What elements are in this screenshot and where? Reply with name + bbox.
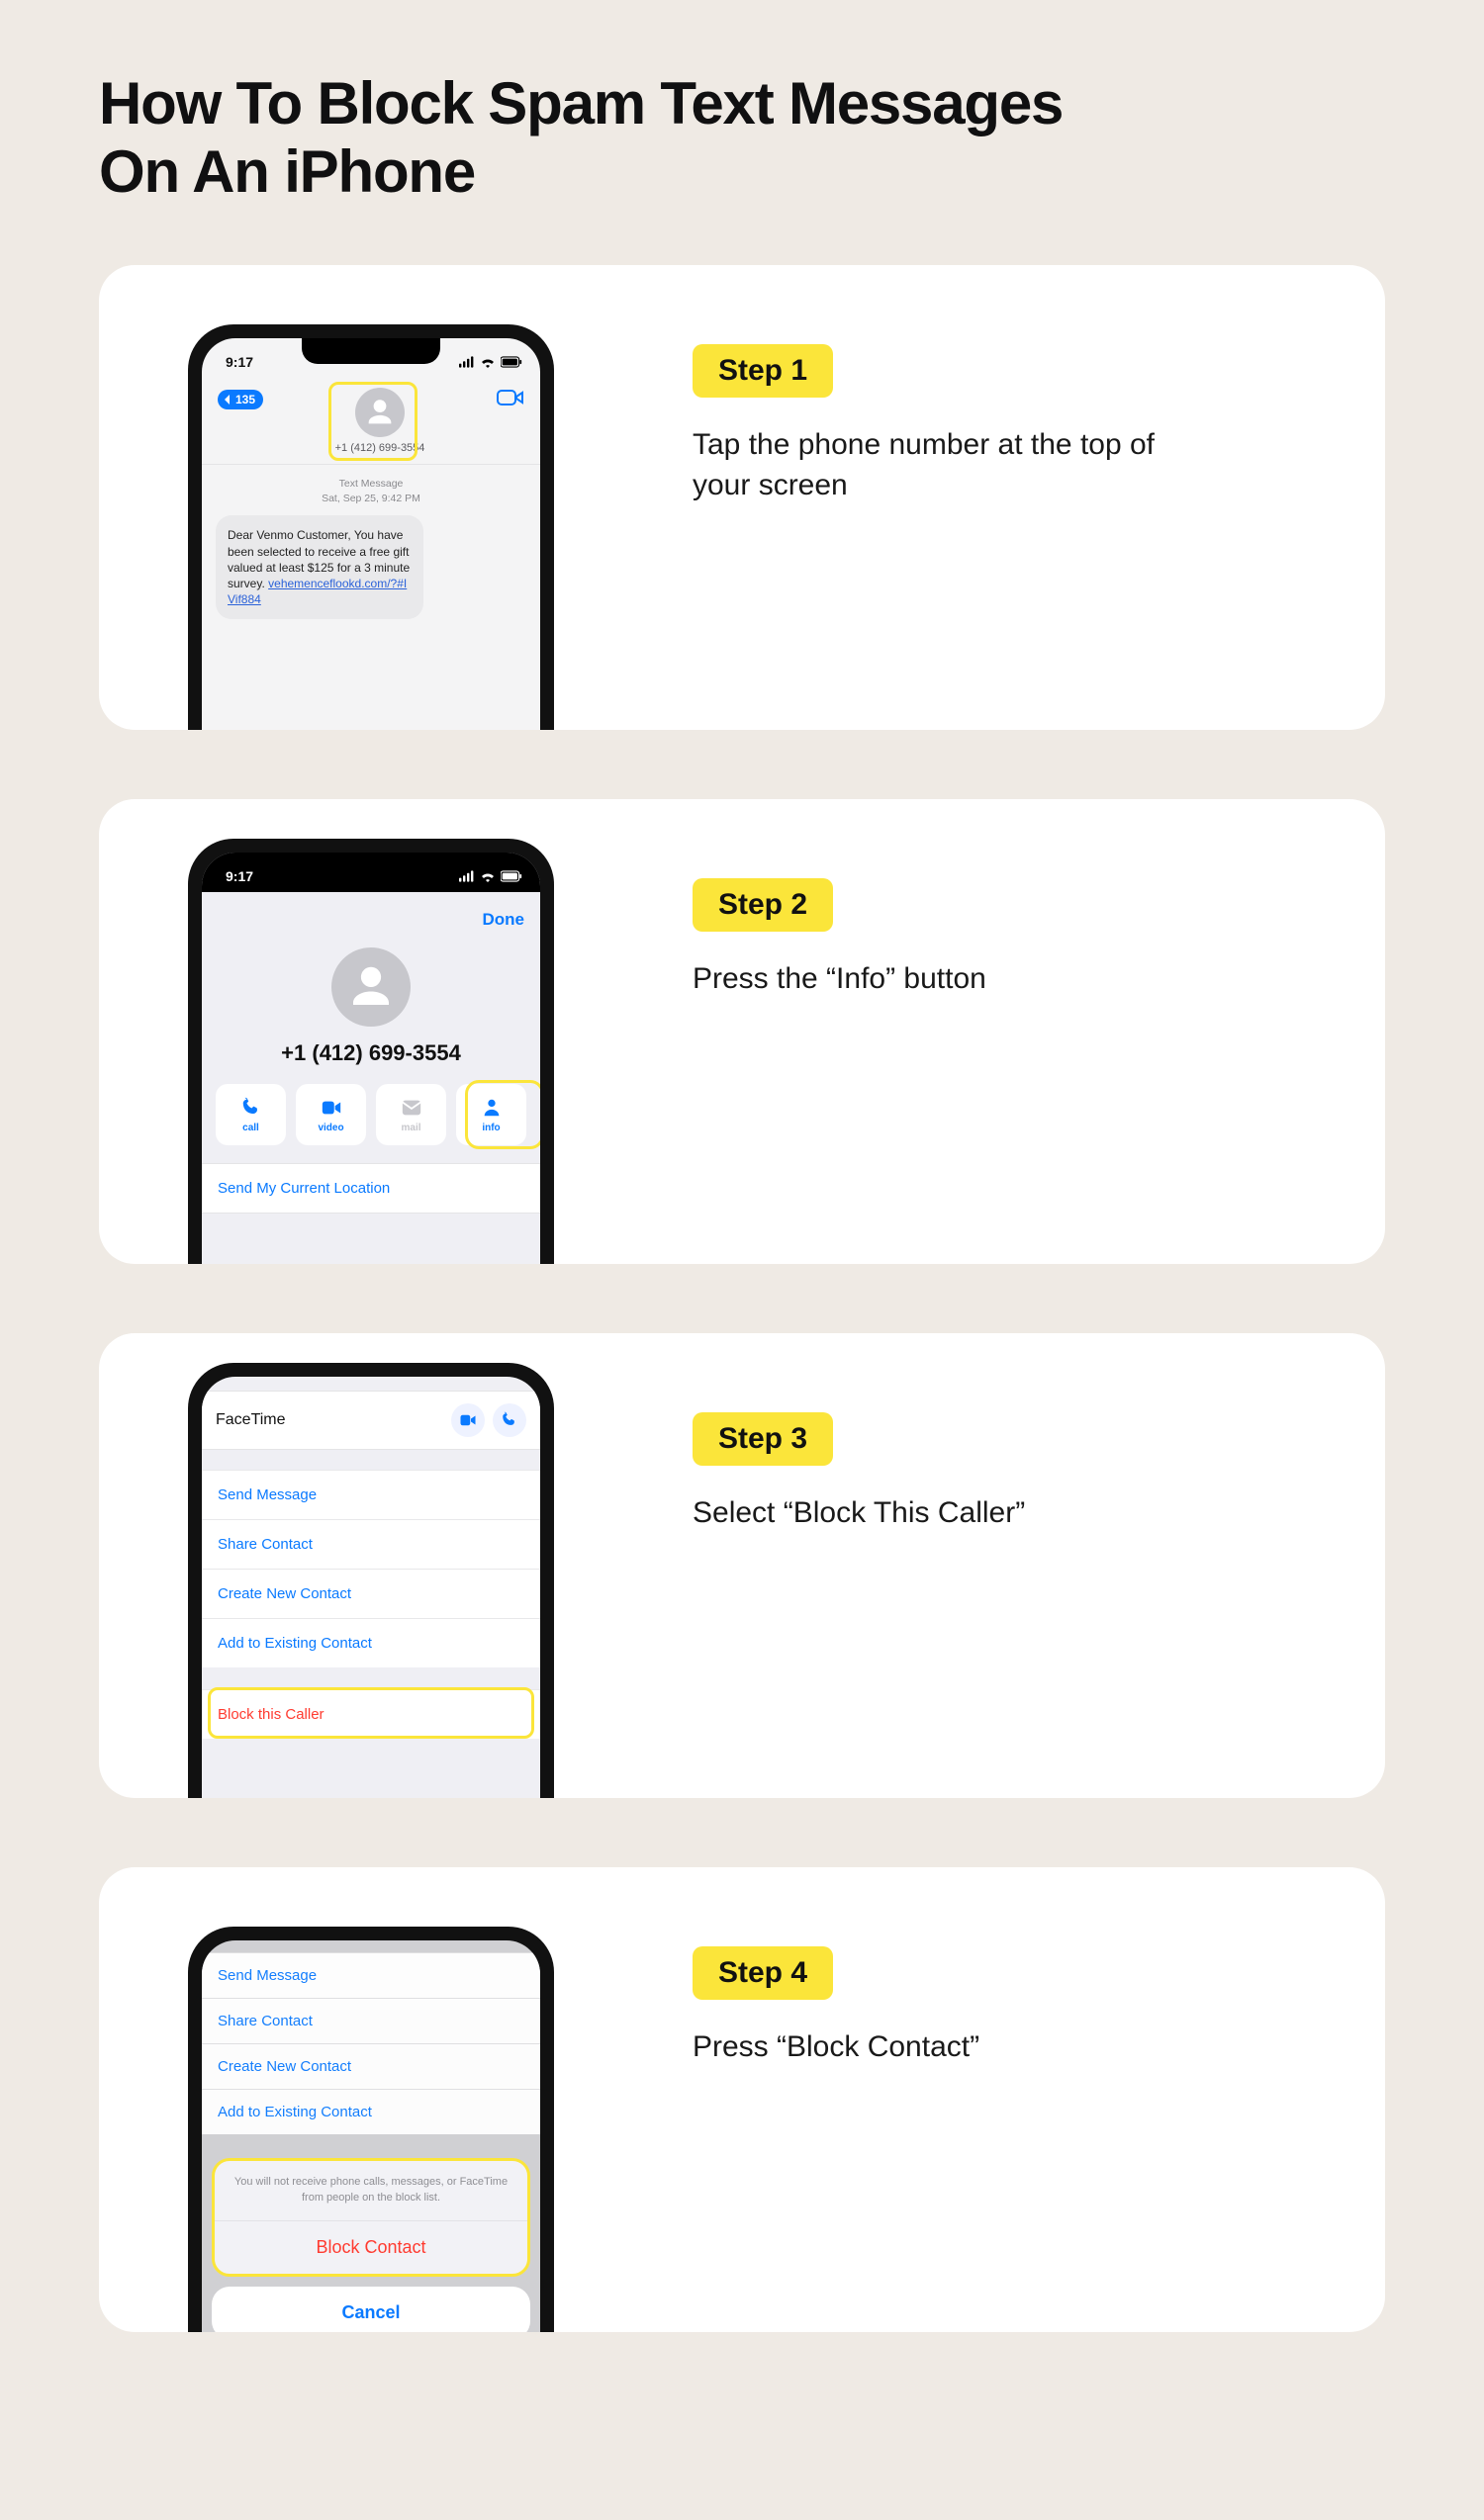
- step-badge-1: Step 1: [693, 344, 833, 398]
- contact-header[interactable]: +1 (412) 699-3554: [335, 388, 425, 454]
- battery-icon: [501, 870, 522, 882]
- step-1-desc: Tap the phone number at the top of your …: [693, 425, 1207, 505]
- step-3-card: FaceTime Send Message Share Contact Crea…: [99, 1333, 1385, 1798]
- signal-icon: [459, 870, 475, 882]
- step-2-card: 9:17 Done +1 (412) 69: [99, 799, 1385, 1264]
- phone-mock-step2: 9:17 Done +1 (412) 69: [188, 839, 554, 1264]
- share-contact-button[interactable]: Share Contact: [202, 1519, 540, 1569]
- video-label: video: [318, 1123, 343, 1133]
- wifi-icon: [480, 870, 496, 882]
- done-button[interactable]: Done: [483, 910, 525, 929]
- message-date-label: Sat, Sep 25, 9:42 PM: [322, 493, 420, 504]
- share-contact-button[interactable]: Share Contact: [202, 1998, 540, 2043]
- phone-mock-step3: FaceTime Send Message Share Contact Crea…: [188, 1363, 554, 1798]
- facetime-icon[interactable]: [497, 388, 524, 407]
- phone-notch: [302, 853, 440, 878]
- video-button[interactable]: video: [296, 1084, 366, 1145]
- step-badge-3: Step 3: [693, 1412, 833, 1466]
- mail-label: mail: [401, 1123, 420, 1133]
- page-title: How To Block Spam Text Messages On An iP…: [99, 69, 1088, 206]
- message-type-label: Text Message: [339, 478, 404, 490]
- call-label: call: [242, 1123, 259, 1133]
- message-bubble: Dear Venmo Customer, You have been selec…: [216, 515, 423, 619]
- wifi-icon: [480, 356, 496, 368]
- info-button[interactable]: info: [456, 1084, 526, 1145]
- block-contact-button[interactable]: Block Contact: [215, 2221, 527, 2274]
- facetime-label: FaceTime: [216, 1411, 286, 1429]
- send-message-button[interactable]: Send Message: [202, 1952, 540, 1998]
- block-caller-button[interactable]: Block this Caller: [202, 1689, 540, 1739]
- phone-notch: [302, 338, 440, 364]
- call-button[interactable]: call: [216, 1084, 286, 1145]
- avatar-icon: [331, 947, 411, 1027]
- step-4-desc: Press “Block Contact”: [693, 2027, 1207, 2068]
- step-4-card: Send Message Share Contact Create New Co…: [99, 1867, 1385, 2332]
- phone-number-label: +1 (412) 699-3554: [335, 442, 425, 454]
- create-contact-button[interactable]: Create New Contact: [202, 2043, 540, 2089]
- back-button[interactable]: 135: [218, 390, 263, 409]
- phone-mock-step1: 9:17 135: [188, 324, 554, 730]
- cancel-button[interactable]: Cancel: [212, 2287, 530, 2332]
- step-3-desc: Select “Block This Caller”: [693, 1493, 1207, 1534]
- mail-button: mail: [376, 1084, 446, 1145]
- step-badge-4: Step 4: [693, 1946, 833, 2000]
- step-badge-2: Step 2: [693, 878, 833, 932]
- signal-icon: [459, 356, 475, 368]
- battery-icon: [501, 356, 522, 368]
- block-warning-text: You will not receive phone calls, messag…: [215, 2161, 527, 2221]
- send-message-button[interactable]: Send Message: [202, 1470, 540, 1519]
- add-existing-contact-button[interactable]: Add to Existing Contact: [202, 1618, 540, 1667]
- facetime-video-button[interactable]: [451, 1403, 485, 1437]
- create-contact-button[interactable]: Create New Contact: [202, 1569, 540, 1618]
- add-existing-contact-button[interactable]: Add to Existing Contact: [202, 2089, 540, 2134]
- status-time: 9:17: [226, 354, 253, 370]
- contact-number: +1 (412) 699-3554: [281, 1040, 461, 1066]
- back-count: 135: [235, 393, 255, 406]
- send-location-button[interactable]: Send My Current Location: [202, 1164, 540, 1213]
- block-action-sheet: You will not receive phone calls, messag…: [212, 2158, 530, 2277]
- facetime-audio-button[interactable]: [493, 1403, 526, 1437]
- avatar-icon: [355, 388, 405, 437]
- status-time: 9:17: [226, 868, 253, 884]
- phone-mock-step4: Send Message Share Contact Create New Co…: [188, 1927, 554, 2332]
- step-1-card: 9:17 135: [99, 265, 1385, 730]
- info-label: info: [482, 1123, 500, 1133]
- step-2-desc: Press the “Info” button: [693, 959, 1207, 1000]
